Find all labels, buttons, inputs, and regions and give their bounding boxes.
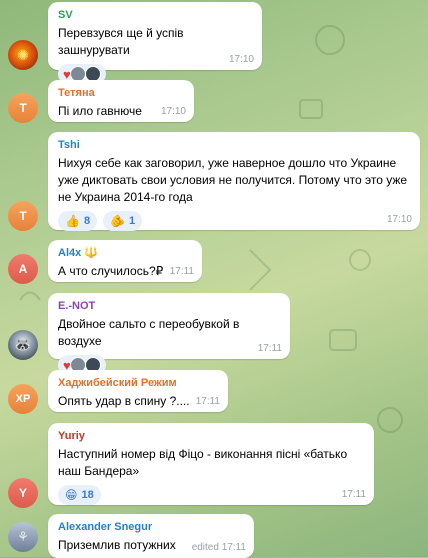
author-name[interactable]: Yuriy — [58, 429, 364, 444]
reaction-pointing-hand[interactable]: 🫵 1 — [103, 211, 143, 231]
message-bubble[interactable]: Yuriy Наступний номер від Фіцо - виконан… — [48, 423, 374, 505]
author-name[interactable]: E.-NOT — [58, 299, 280, 314]
message-bubble[interactable]: Alexander Snegur Приземлив потужних edit… — [48, 514, 254, 558]
message-bubble[interactable]: Тетяна Пі ило гавнюче 17:10 — [48, 80, 194, 122]
avatar-enot[interactable]: 🦝 — [8, 330, 38, 360]
avatar-sun-icon: ✺ — [17, 46, 29, 63]
message-text: Двойное сальто с переобувкой в воздухе — [58, 317, 240, 348]
timestamp: 17:11 — [195, 396, 220, 407]
person-silhouette-icon: ⚘ — [17, 529, 29, 544]
message-bubble[interactable]: E.-NOT Двойное сальто с переобувкой в во… — [48, 293, 290, 375]
thumbs-up-icon: 👍 — [65, 214, 80, 228]
author-name[interactable]: Тетяна — [58, 86, 184, 101]
author-name[interactable]: Хаджибейский Режим — [58, 376, 218, 391]
pointing-hand-icon: 🫵 — [110, 214, 126, 228]
timestamp: 17:10 — [160, 106, 186, 117]
reaction-grin[interactable]: 😁 18 — [58, 485, 101, 505]
reactions: 👍 8 🫵 1 — [58, 211, 410, 231]
raccoon-icon: 🦝 — [14, 337, 32, 352]
timestamp: 17:11 — [169, 266, 194, 277]
avatar-xp[interactable]: XP — [8, 384, 38, 414]
message-bubble[interactable]: Хаджибейский Режим Опять удар в спину ?.… — [48, 370, 228, 412]
avatar-tshi[interactable]: T — [8, 201, 38, 231]
avatar-tetyana[interactable]: Т — [8, 93, 38, 123]
author-name[interactable]: SV — [58, 8, 252, 23]
message-bubble[interactable]: Tshi Нихуя себе как заговорил, уже навер… — [48, 132, 420, 231]
timestamp: 17:11 — [257, 343, 282, 354]
trident-emoji-icon: 🔱 — [84, 247, 99, 259]
author-name[interactable]: Al4x 🔱 — [58, 246, 192, 261]
message-text: Перевзувся ще й успів зашнурувати — [58, 26, 184, 57]
reactions: 😁 18 — [58, 485, 364, 505]
reaction-count: 18 — [81, 489, 94, 501]
author-name[interactable]: Alexander Snegur — [58, 520, 244, 535]
author-name[interactable]: Tshi — [58, 138, 410, 153]
grin-icon: 😁 — [65, 488, 78, 502]
avatar-yuriy[interactable]: Y — [8, 478, 38, 508]
message-bubble[interactable]: SV Перевзувся ще й успів зашнурувати ♥ 1… — [48, 2, 262, 84]
timestamp: edited 17:11 — [191, 542, 246, 553]
author-name-text: Al4x — [58, 247, 82, 259]
timestamp: 17:10 — [228, 54, 254, 65]
reaction-thumbs-up[interactable]: 👍 8 — [58, 211, 98, 231]
timestamp: 17:10 — [386, 214, 412, 225]
avatar-alexander[interactable]: ⚘ — [8, 522, 38, 552]
avatar-al4x[interactable]: A — [8, 254, 38, 284]
avatar-sv[interactable]: ✺ — [8, 40, 38, 70]
reaction-count: 8 — [83, 215, 91, 227]
message-text: Опять удар в спину ?.... — [58, 394, 190, 408]
message-text: Наступний номер від Фіцо - виконання піс… — [58, 447, 348, 478]
message-text: Нихуя себе как заговорил, уже наверное д… — [58, 156, 408, 204]
reaction-count: 1 — [129, 215, 136, 227]
message-bubble[interactable]: Al4x 🔱 А что случилось?₽ 17:11 — [48, 240, 202, 282]
timestamp: 17:11 — [341, 489, 366, 500]
